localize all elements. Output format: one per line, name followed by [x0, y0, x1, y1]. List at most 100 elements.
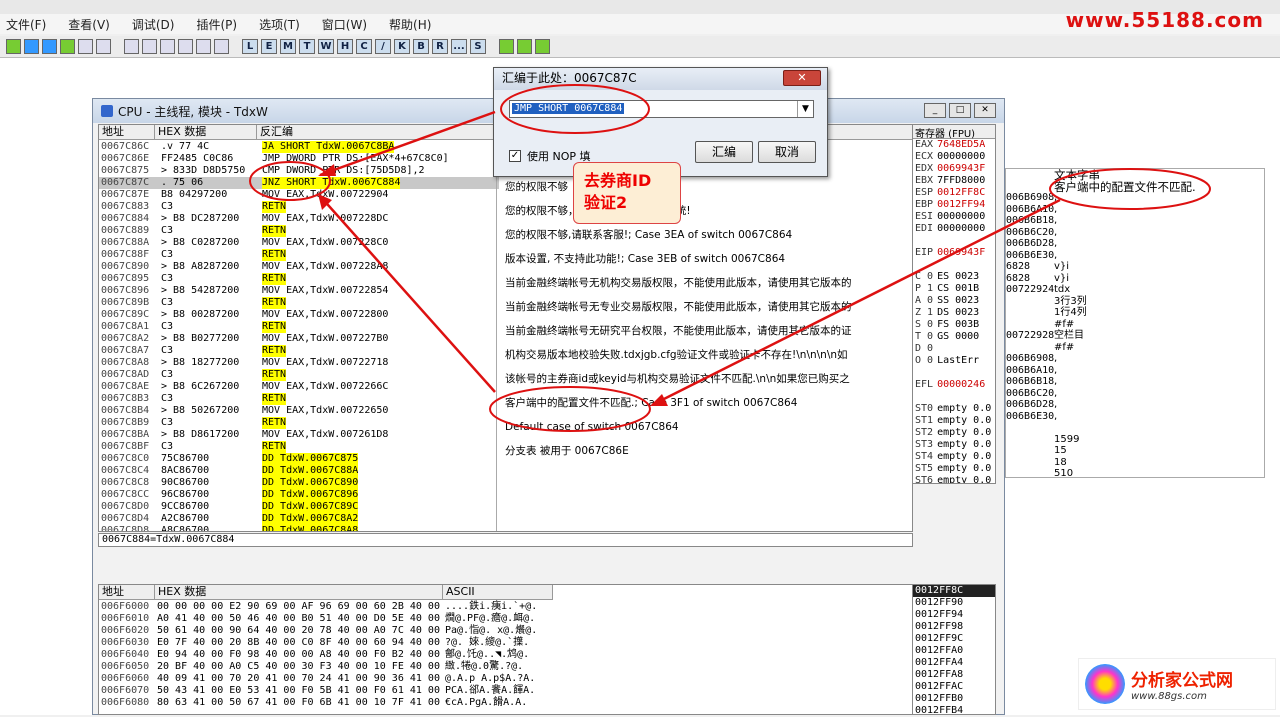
disasm-row[interactable]: 0067C8B3 C3 RETN — [99, 393, 499, 405]
toolbar-option-icon[interactable] — [499, 39, 514, 54]
string-row[interactable]: 006B6E30, — [1006, 411, 1264, 423]
string-row[interactable]: 006B6A10, — [1006, 204, 1264, 216]
disasm-row[interactable]: 0067C87E B8 04297200 MOV EAX,TdxW.0072290… — [99, 189, 499, 201]
register-row[interactable]: EAX 7648ED5A — [913, 139, 995, 151]
menu-item[interactable]: 查看(V) — [68, 16, 110, 33]
string-row[interactable]: 00722928 空栏目 — [1006, 330, 1264, 342]
string-row[interactable]: 006B6D28, — [1006, 399, 1264, 411]
register-row[interactable] — [913, 235, 995, 247]
dump-row[interactable]: 006F6060 40 09 41 00 70 20 41 00 70 24 41… — [99, 673, 559, 685]
disasm-row[interactable]: 0067C8C8 90C86700 DD TdxW.0067C890 — [99, 477, 499, 489]
toolbar-action-icon[interactable] — [24, 39, 39, 54]
disasm-row[interactable]: 0067C86C .v 77 4C JA SHORT TdxW.0067C8BA — [99, 141, 499, 153]
string-row[interactable]: 00722924 tdx — [1006, 284, 1264, 296]
string-row[interactable]: 1599 — [1006, 434, 1264, 446]
toolbar-option-icon[interactable] — [517, 39, 532, 54]
toolbar-window-button[interactable]: C — [356, 39, 372, 54]
toolbar-step-icon[interactable] — [142, 39, 157, 54]
string-row[interactable]: 006B6D28, — [1006, 238, 1264, 250]
disasm-row[interactable]: 0067C875 > 833D D8D5750 CMP DWORD PTR DS:[… — [99, 165, 499, 177]
string-row[interactable]: 006B6C20, — [1006, 227, 1264, 239]
register-row[interactable]: ESI 00000000 — [913, 211, 995, 223]
string-row[interactable]: 006B6B18, — [1006, 215, 1264, 227]
register-row[interactable]: ESP 0012FF8C — [913, 187, 995, 199]
disasm-row[interactable]: 0067C8A1 C3 RETN — [99, 321, 499, 333]
string-row[interactable]: #f# — [1006, 319, 1264, 331]
toolbar-step-icon[interactable] — [160, 39, 175, 54]
register-row[interactable]: ST4 empty 0.0 — [913, 451, 995, 463]
disasm-row[interactable]: 0067C8BF C3 RETN — [99, 441, 499, 453]
disasm-row[interactable]: 0067C89C > B8 00287200 MOV EAX,TdxW.007228… — [99, 309, 499, 321]
stack-row[interactable]: 0012FFB0 — [913, 693, 995, 705]
stack-row[interactable]: 0012FF9C — [913, 633, 995, 645]
toolbar-window-button[interactable]: M — [280, 39, 296, 54]
disasm-row[interactable]: 0067C895 C3 RETN — [99, 273, 499, 285]
disasm-row[interactable]: 0067C896 > B8 54287200 MOV EAX,TdxW.007228… — [99, 285, 499, 297]
disassembly-pane[interactable]: 地址 HEX 数据 反汇编 0067C86C .v 77 4C JA SHORT T… — [98, 124, 913, 532]
dump-row[interactable]: 006F6050 20 BF 40 00 A0 C5 40 00 30 F3 40… — [99, 661, 559, 673]
register-row[interactable]: ST2 empty 0.0 — [913, 427, 995, 439]
disasm-row[interactable]: 0067C8B9 C3 RETN — [99, 417, 499, 429]
register-row[interactable] — [913, 259, 995, 271]
stack-row[interactable]: 0012FFA0 — [913, 645, 995, 657]
toolbar-step-icon[interactable] — [178, 39, 193, 54]
toolbar-action-icon[interactable] — [42, 39, 57, 54]
disasm-row[interactable]: 0067C8B4 > B8 50267200 MOV EAX,TdxW.007226… — [99, 405, 499, 417]
disasm-row[interactable]: 0067C889 C3 RETN — [99, 225, 499, 237]
disasm-row[interactable]: 0067C8A2 > B8 B0277200 MOV EAX,TdxW.007227… — [99, 333, 499, 345]
dump-row[interactable]: 006F6070 50 43 41 00 E0 53 41 00 F0 5B 41… — [99, 685, 559, 697]
stack-row[interactable]: 0012FFB4 — [913, 705, 995, 717]
disasm-row[interactable]: 0067C8CC 96C86700 DD TdxW.0067C896 — [99, 489, 499, 501]
toolbar-window-button[interactable]: B — [413, 39, 429, 54]
stack-row[interactable]: 0012FF8C — [913, 585, 995, 597]
chevron-down-icon[interactable]: ▼ — [797, 101, 813, 117]
string-row[interactable]: 006B6E30, — [1006, 250, 1264, 262]
register-row[interactable]: ECX 00000000 — [913, 151, 995, 163]
close-button[interactable]: ✕ — [974, 103, 996, 118]
memory-dump-pane[interactable]: 地址 HEX 数据 ASCII 006F6000 00 00 00 00 E2 9… — [98, 584, 913, 715]
register-row[interactable] — [913, 367, 995, 379]
register-row[interactable]: ST5 empty 0.0 — [913, 463, 995, 475]
col-disasm[interactable]: 反汇编 — [257, 125, 497, 140]
toolbar-window-button[interactable]: S — [470, 39, 486, 54]
stack-row[interactable]: 0012FFA8 — [913, 669, 995, 681]
stack-row[interactable]: 0012FF90 — [913, 597, 995, 609]
toolbar-option-icon[interactable] — [535, 39, 550, 54]
disasm-row[interactable]: 0067C8AE > B8 6C267200 MOV EAX,TdxW.007226… — [99, 381, 499, 393]
toolbar-window-button[interactable]: L — [242, 39, 258, 54]
register-row[interactable] — [913, 391, 995, 403]
menu-item[interactable]: 窗口(W) — [322, 16, 367, 33]
disasm-row[interactable]: 0067C8C4 8AC86700 DD TdxW.0067C88A — [99, 465, 499, 477]
toolbar-window-button[interactable]: / — [375, 39, 391, 54]
dump-row[interactable]: 006F6030 E0 7F 40 00 20 8B 40 00 C0 8F 40… — [99, 637, 559, 649]
string-row[interactable] — [1006, 422, 1264, 434]
disasm-row[interactable]: 0067C8D4 A2C86700 DD TdxW.0067C8A2 — [99, 513, 499, 525]
string-row[interactable]: 006B6A10, — [1006, 365, 1264, 377]
toolbar-action-icon[interactable] — [96, 39, 111, 54]
dump-col-hex[interactable]: HEX 数据 — [155, 585, 443, 600]
stack-row[interactable]: 0012FFAC — [913, 681, 995, 693]
col-address[interactable]: 地址 — [99, 125, 155, 140]
register-row[interactable]: ST0 empty 0.0 — [913, 403, 995, 415]
string-row[interactable]: 客户端中的配置文件不匹配. — [1006, 181, 1264, 193]
register-row[interactable]: A 0 SS 0023 — [913, 295, 995, 307]
toolbar-window-button[interactable]: W — [318, 39, 334, 54]
stack-pane[interactable]: 0012FF8C 0012FF90 0012FF94 0012FF98 0012FF9C… — [912, 584, 996, 717]
register-row[interactable]: Z 1 DS 0023 — [913, 307, 995, 319]
disasm-row[interactable]: 0067C883 C3 RETN — [99, 201, 499, 213]
string-row[interactable]: 1行4列 — [1006, 307, 1264, 319]
string-row[interactable]: 6828 v}i — [1006, 261, 1264, 273]
toolbar-window-button[interactable]: E — [261, 39, 277, 54]
register-row[interactable]: ST1 empty 0.0 — [913, 415, 995, 427]
register-row[interactable]: ST6 empty 0.0 — [913, 475, 995, 483]
toolbar-action-icon[interactable] — [60, 39, 75, 54]
dump-row[interactable]: 006F6000 00 00 00 00 E2 90 69 00 AF 96 69… — [99, 601, 559, 613]
disasm-row[interactable]: 0067C87C . 75 06 JNZ SHORT TdxW.0067C884 — [99, 177, 499, 189]
disasm-row[interactable]: 0067C8AD C3 RETN — [99, 369, 499, 381]
dialog-close-button[interactable]: ✕ — [783, 70, 821, 86]
register-row[interactable]: O 0 LastErr — [913, 355, 995, 367]
disasm-row[interactable]: 0067C8BA > B8 D8617200 MOV EAX,TdxW.007261… — [99, 429, 499, 441]
disasm-row[interactable]: 0067C89B C3 RETN — [99, 297, 499, 309]
dump-row[interactable]: 006F6040 E0 94 40 00 F0 98 40 00 00 A8 40… — [99, 649, 559, 661]
register-row[interactable]: C 0 ES 0023 — [913, 271, 995, 283]
